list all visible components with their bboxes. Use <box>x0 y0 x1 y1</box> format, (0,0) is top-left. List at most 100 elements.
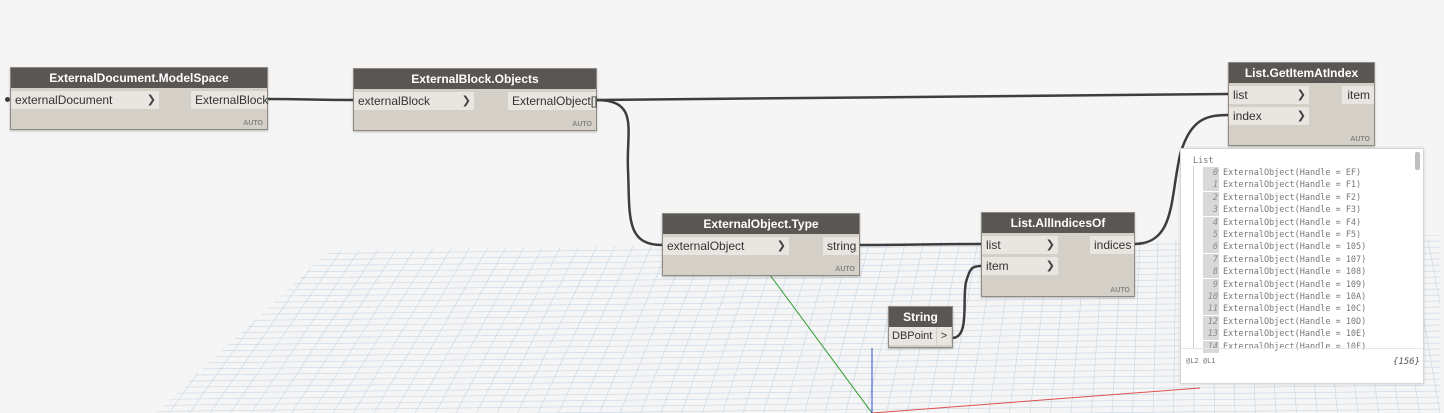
list-item-index: 9 <box>1203 278 1219 291</box>
list-item-index: 11 <box>1203 303 1219 316</box>
input-port-index[interactable]: index ❯ <box>1229 107 1309 125</box>
port-label: externalDocument <box>15 93 113 107</box>
list-item-index: 5 <box>1203 229 1219 241</box>
node-title[interactable]: List.AllIndicesOf <box>982 213 1134 233</box>
chevron-right-icon: ❯ <box>1296 88 1306 101</box>
port-label: item <box>1347 88 1370 102</box>
wire-string-to-allindices[interactable] <box>951 264 982 340</box>
node-title[interactable]: ExternalDocument.ModelSpace <box>11 68 267 88</box>
port-label: indices <box>1094 238 1132 252</box>
port-label: item <box>986 259 1009 273</box>
node-title[interactable]: List.GetItemAtIndex <box>1229 63 1374 83</box>
list-item-index: 6 <box>1203 241 1219 254</box>
output-port-externalobject-list[interactable]: ExternalObject[] <box>508 92 598 110</box>
output-port-string[interactable]: string <box>823 237 859 255</box>
list-item-value: ExternalObject(Handle = F2) <box>1223 192 1362 203</box>
list-item-index: 12 <box>1203 315 1219 328</box>
preview-item-count: {156} <box>1392 357 1420 367</box>
string-value-field[interactable]: DBPoint <box>889 327 936 345</box>
list-item-value: ExternalObject(Handle = F5) <box>1223 230 1362 240</box>
list-item: 5 ExternalObject(Handle = F5) <box>1203 229 1361 241</box>
list-item: 3 ExternalObject(Handle = F3) <box>1203 204 1362 217</box>
list-item-value: ExternalObject(Handle = F1) <box>1223 180 1362 191</box>
list-item-value: ExternalObject(Handle = 10E) <box>1223 329 1367 340</box>
chevron-right-icon: ❯ <box>1045 238 1055 251</box>
list-item: 14 ExternalObject(Handle = 10F) <box>1203 340 1367 353</box>
chevron-right-icon: ❯ <box>1296 109 1306 122</box>
port-label: ExternalBlock <box>195 93 269 107</box>
output-port-indices[interactable]: indices <box>1090 236 1134 254</box>
lacing-label[interactable]: AUTO <box>572 121 592 128</box>
input-port-list[interactable]: list ❯ <box>982 236 1058 254</box>
chevron-right-icon: ❯ <box>776 239 786 252</box>
wire-type-to-allindices[interactable] <box>858 242 982 247</box>
lacing-label[interactable]: AUTO <box>243 120 263 127</box>
list-item-index: 10 <box>1203 291 1219 303</box>
list-item-value: ExternalObject(Handle = 10C) <box>1223 304 1367 315</box>
list-item-index: 14 <box>1203 340 1219 353</box>
list-item-index: 3 <box>1203 204 1219 217</box>
list-item-value: ExternalObject(Handle = 10D) <box>1223 316 1367 327</box>
lacing-label[interactable]: AUTO <box>835 266 855 273</box>
node-preview-bubble[interactable]: List 0 ExternalObject(Handle = EF) 1 Extern… <box>1180 148 1424 384</box>
list-item: 4 ExternalObject(Handle = F4) <box>1203 216 1362 229</box>
list-item-value: ExternalObject(Handle = F3) <box>1223 205 1362 216</box>
preview-scrollbar[interactable] <box>1415 152 1420 170</box>
input-port-externalblock[interactable]: externalBlock ❯ <box>354 92 474 110</box>
list-item-index: 1 <box>1203 179 1219 192</box>
node-title[interactable]: ExternalBlock.Objects <box>354 69 596 89</box>
list-item-value: ExternalObject(Handle = 10A) <box>1223 292 1367 302</box>
list-item: 8 ExternalObject(Handle = 108) <box>1203 266 1367 279</box>
list-item-index: 4 <box>1203 216 1219 229</box>
output-port-externalblock[interactable]: ExternalBlock <box>191 91 269 109</box>
chevron-right-icon: ❯ <box>1045 259 1055 272</box>
node-title[interactable]: String <box>889 307 952 327</box>
input-port-list[interactable]: list ❯ <box>1229 86 1309 104</box>
list-item-value: ExternalObject(Handle = 108) <box>1223 267 1367 278</box>
list-item: 6 ExternalObject(Handle = 105) <box>1203 241 1366 254</box>
node-externalobject-type[interactable]: ExternalObject.Type externalObject ❯ str… <box>662 213 860 276</box>
input-port-externaldocument[interactable]: externalDocument ❯ <box>11 91 159 109</box>
port-label: ExternalObject[] <box>512 94 598 108</box>
list-item: 7 ExternalObject(Handle = 107) <box>1203 253 1367 266</box>
wire-modelspace-to-objects[interactable] <box>266 97 354 102</box>
lacing-label[interactable]: AUTO <box>1350 136 1370 143</box>
list-item-value: ExternalObject(Handle = 107) <box>1223 254 1367 265</box>
lacing-label[interactable]: AUTO <box>1110 287 1130 294</box>
list-item-index: 2 <box>1203 191 1219 204</box>
node-list-allindicesof[interactable]: List.AllIndicesOf list ❯ item ❯ indices … <box>981 212 1135 297</box>
wire-objects-to-type[interactable] <box>595 98 663 247</box>
list-item-index: 7 <box>1203 253 1219 266</box>
list-item: 2 ExternalObject(Handle = F2) <box>1203 191 1362 204</box>
list-item: 12 ExternalObject(Handle = 10D) <box>1203 315 1367 328</box>
input-port-item[interactable]: item ❯ <box>982 257 1058 275</box>
list-item: 11 ExternalObject(Handle = 10C) <box>1203 303 1367 316</box>
list-item: 1 ExternalObject(Handle = F1) <box>1203 179 1362 192</box>
list-item-value: ExternalObject(Handle = EF) <box>1223 168 1362 178</box>
output-port-item[interactable]: item <box>1342 86 1374 104</box>
port-label: index <box>1233 109 1262 123</box>
preview-list-levels[interactable]: @L2 @L1 <box>1186 357 1216 365</box>
list-item-value: ExternalObject(Handle = 10F) <box>1223 341 1367 352</box>
chevron-right-icon: ❯ <box>461 94 471 107</box>
node-list-getitematindex[interactable]: List.GetItemAtIndex list ❯ index ❯ item … <box>1228 62 1375 146</box>
preview-tree-line <box>1193 166 1194 348</box>
chevron-right-icon: ❯ <box>146 93 156 106</box>
port-label: list <box>986 238 1001 252</box>
port-label: string <box>827 239 857 253</box>
preview-list-header: List <box>1193 156 1214 166</box>
list-item: 10 ExternalObject(Handle = 10A) <box>1203 291 1366 303</box>
list-item: 13 ExternalObject(Handle = 10E) <box>1203 328 1367 341</box>
output-port-string[interactable]: > <box>937 327 951 345</box>
list-item-value: ExternalObject(Handle = F4) <box>1223 217 1362 228</box>
node-title[interactable]: ExternalObject.Type <box>663 214 859 234</box>
input-connector[interactable] <box>5 97 10 102</box>
node-externaldocument-modelspace[interactable]: ExternalDocument.ModelSpace externalDocu… <box>10 67 268 130</box>
list-item: 9 ExternalObject(Handle = 109) <box>1203 278 1366 291</box>
list-item-index: 0 <box>1203 167 1219 179</box>
node-externalblock-objects[interactable]: ExternalBlock.Objects externalBlock ❯ Ex… <box>353 68 597 131</box>
preview-divider <box>1181 348 1423 349</box>
input-port-externalobject[interactable]: externalObject ❯ <box>663 237 789 255</box>
wire-objects-to-getitem-list[interactable] <box>595 92 1229 102</box>
node-string[interactable]: String DBPoint > <box>888 306 953 348</box>
